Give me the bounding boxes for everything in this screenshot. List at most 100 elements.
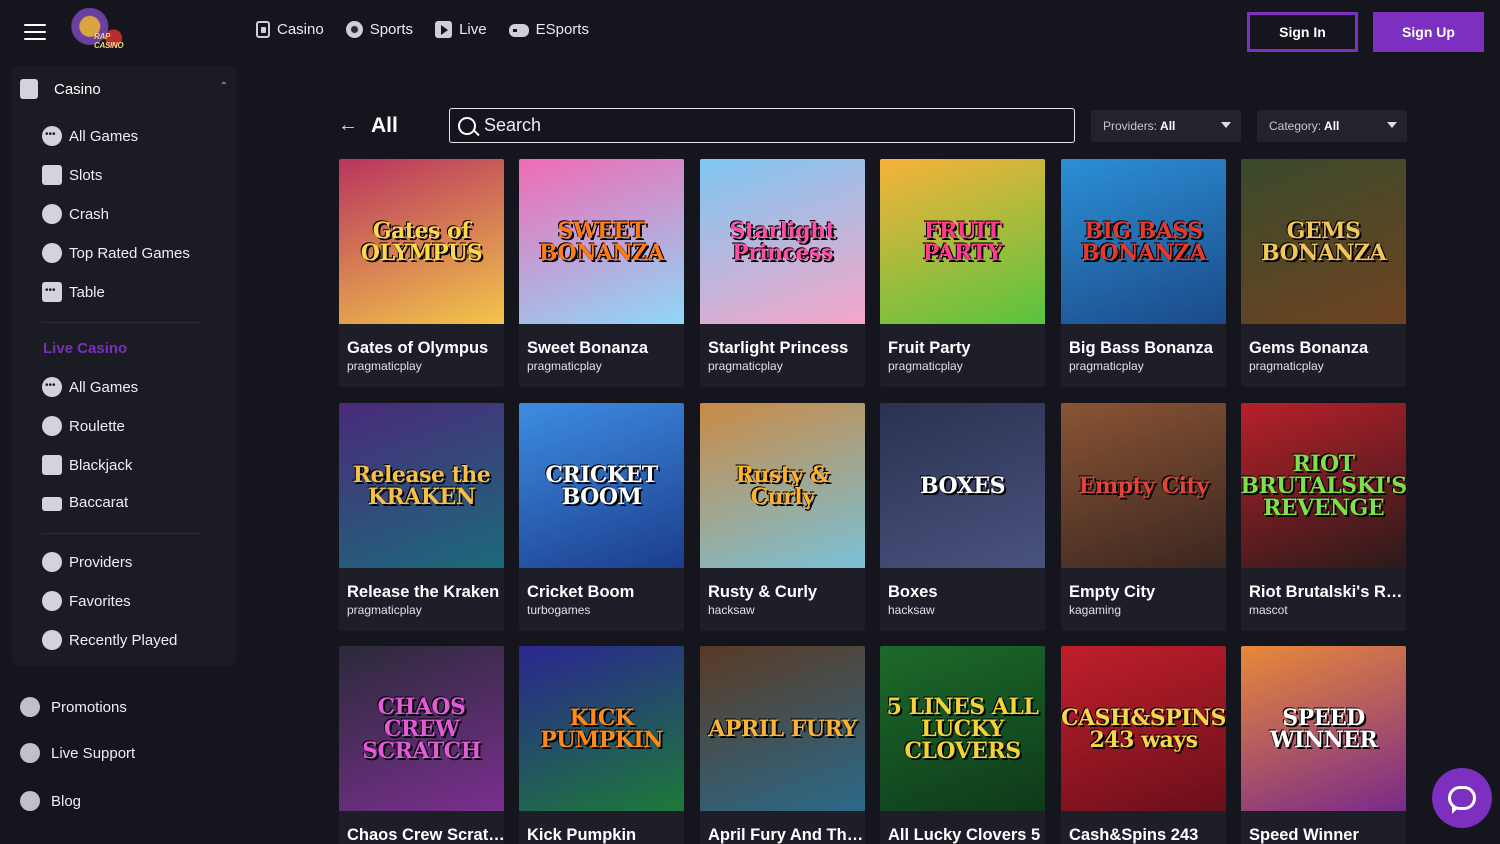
- game-thumbnail[interactable]: SWEET BONANZA: [519, 159, 684, 324]
- game-thumbnail[interactable]: Rusty & Curly: [700, 403, 865, 568]
- nav-sports[interactable]: Sports: [345, 21, 413, 38]
- game-thumbnail[interactable]: Release the KRAKEN: [339, 403, 504, 568]
- sidebar-item-label: Promotions: [51, 698, 127, 716]
- game-provider: pragmaticplay: [527, 359, 602, 373]
- game-card[interactable]: KICK PUMPKIN Kick Pumpkin: [519, 646, 684, 844]
- cards-icon: [42, 455, 62, 475]
- sidebar-item-label: All Games: [69, 378, 139, 396]
- sidebar-item-providers[interactable]: Providers: [42, 552, 132, 572]
- game-provider: turbogames: [527, 603, 591, 617]
- game-thumbnail[interactable]: FRUIT PARTY: [880, 159, 1045, 324]
- game-card[interactable]: 5 LINES ALL LUCKY CLOVERS All Lucky Clove…: [880, 646, 1045, 844]
- sidebar-item-favorites[interactable]: Favorites: [42, 591, 131, 611]
- providers-dropdown[interactable]: Providers: All: [1091, 110, 1241, 142]
- sidebar-item-live-support[interactable]: Live Support: [20, 743, 135, 763]
- search-input[interactable]: [484, 115, 1044, 136]
- game-thumbnail[interactable]: SPEED WINNER: [1241, 646, 1406, 811]
- chevron-up-icon[interactable]: ⌃: [220, 81, 228, 92]
- game-title: Empty City: [1069, 583, 1156, 601]
- game-card[interactable]: BOXES Boxes hacksaw: [880, 403, 1045, 631]
- game-card[interactable]: FRUIT PARTY Fruit Party pragmaticplay: [880, 159, 1045, 387]
- game-card[interactable]: SPEED WINNER Speed Winner: [1241, 646, 1406, 844]
- dice-icon: [42, 282, 62, 302]
- game-card[interactable]: BIG BASS BONANZA Big Bass Bonanza pragmati…: [1061, 159, 1226, 387]
- game-card[interactable]: Release the KRAKEN Release the Kraken prag…: [339, 403, 504, 631]
- game-card[interactable]: Starlight Princess Starlight Princess prag…: [700, 159, 865, 387]
- game-art-title: Release the KRAKEN: [352, 461, 491, 510]
- game-card[interactable]: Gates of OLYMPUS Gates of Olympus pragmati…: [339, 159, 504, 387]
- game-provider: pragmaticplay: [347, 603, 422, 617]
- sidebar-item-baccarat[interactable]: Baccarat: [42, 494, 128, 511]
- play-icon: [435, 21, 453, 38]
- game-card[interactable]: SWEET BONANZA Sweet Bonanza pragmaticplay: [519, 159, 684, 387]
- sidebar-casino-label: Casino: [54, 80, 101, 98]
- game-title: Boxes: [888, 583, 938, 601]
- game-art-title: APRIL FURY: [708, 715, 857, 742]
- sidebar-item-label: Roulette: [69, 417, 125, 435]
- star-icon: [42, 591, 62, 611]
- game-thumbnail[interactable]: BOXES: [880, 403, 1045, 568]
- sidebar-item-recently-played[interactable]: Recently Played: [42, 630, 177, 650]
- game-title: All Lucky Clovers 5: [888, 826, 1041, 844]
- sidebar-item-table[interactable]: Table: [42, 282, 105, 302]
- game-art-title: BIG BASS BONANZA: [1080, 217, 1207, 266]
- nav-live-label: Live: [459, 21, 487, 38]
- game-art-title: GEMS BONANZA: [1260, 217, 1387, 266]
- game-thumbnail[interactable]: CASH&SPINS 243 ways: [1061, 646, 1226, 811]
- game-title: Sweet Bonanza: [527, 339, 649, 357]
- game-thumbnail[interactable]: APRIL FURY: [700, 646, 865, 811]
- game-thumbnail[interactable]: BIG BASS BONANZA: [1061, 159, 1226, 324]
- back-arrow-icon[interactable]: ←: [338, 114, 358, 137]
- sign-up-button[interactable]: Sign Up: [1373, 12, 1484, 52]
- category-dropdown[interactable]: Category: All: [1257, 110, 1407, 142]
- sidebar-item-blackjack[interactable]: Blackjack: [42, 455, 132, 475]
- game-thumbnail[interactable]: Gates of OLYMPUS: [339, 159, 504, 324]
- sidebar-item-top-rated[interactable]: Top Rated Games: [42, 243, 190, 263]
- menu-icon[interactable]: [24, 24, 46, 40]
- game-thumbnail[interactable]: RIOT BRUTALSKI'S REVENGE: [1241, 403, 1406, 568]
- game-title: Big Bass Bonanza: [1069, 339, 1213, 357]
- game-card[interactable]: CHAOS CREW SCRATCH Chaos Crew Scratch: [339, 646, 504, 844]
- blog-icon: [20, 791, 40, 811]
- sidebar-item-live-all-games[interactable]: All Games: [42, 377, 138, 397]
- dice-icon: [42, 377, 62, 397]
- nav-live[interactable]: Live: [435, 21, 487, 38]
- category-dropdown-value: All: [1324, 119, 1340, 133]
- sidebar-item-promotions[interactable]: Promotions: [20, 697, 127, 717]
- sidebar-item-crash[interactable]: Crash: [42, 204, 109, 224]
- ball-icon: [345, 21, 363, 38]
- brand-logo[interactable]: RAP CASINO: [66, 8, 134, 54]
- roulette-icon: [42, 416, 62, 436]
- game-card[interactable]: CASH&SPINS 243 ways Cash&Spins 243: [1061, 646, 1226, 844]
- search-box[interactable]: [449, 108, 1075, 143]
- game-thumbnail[interactable]: 5 LINES ALL LUCKY CLOVERS: [880, 646, 1045, 811]
- game-thumbnail[interactable]: KICK PUMPKIN: [519, 646, 684, 811]
- nav-esports[interactable]: ESports: [508, 21, 589, 38]
- game-card[interactable]: CRICKET BOOM Cricket Boom turbogames: [519, 403, 684, 631]
- game-thumbnail[interactable]: CHAOS CREW SCRATCH: [339, 646, 504, 811]
- game-thumbnail[interactable]: CRICKET BOOM: [519, 403, 684, 568]
- sidebar-item-blog[interactable]: Blog: [20, 791, 81, 811]
- game-thumbnail[interactable]: Empty City: [1061, 403, 1226, 568]
- sidebar-live-casino-label[interactable]: Live Casino: [43, 340, 127, 357]
- game-thumbnail[interactable]: GEMS BONANZA: [1241, 159, 1406, 324]
- game-card[interactable]: GEMS BONANZA Gems Bonanza pragmaticplay: [1241, 159, 1406, 387]
- providers-icon: [42, 552, 62, 572]
- sidebar-item-label: Recently Played: [69, 631, 178, 649]
- sidebar-casino-header[interactable]: Casino ⌃: [20, 79, 228, 99]
- nav-casino[interactable]: Casino: [256, 21, 324, 38]
- sidebar-item-slots[interactable]: Slots: [42, 165, 102, 185]
- chat-button[interactable]: [1432, 768, 1492, 828]
- game-thumbnail[interactable]: Starlight Princess: [700, 159, 865, 324]
- sign-in-button[interactable]: Sign In: [1247, 12, 1358, 52]
- game-card[interactable]: APRIL FURY April Fury And The Chamber of …: [700, 646, 865, 844]
- sidebar-item-roulette[interactable]: Roulette: [42, 416, 125, 436]
- game-card[interactable]: Rusty & Curly Rusty & Curly hacksaw: [700, 403, 865, 631]
- chevron-down-icon: [1221, 122, 1231, 128]
- game-card[interactable]: Empty City Empty City kagaming: [1061, 403, 1226, 631]
- game-card[interactable]: RIOT BRUTALSKI'S REVENGE Riot Brutalski's…: [1241, 403, 1406, 631]
- sidebar: [12, 66, 236, 666]
- sidebar-item-all-games[interactable]: All Games: [42, 126, 138, 146]
- badge-icon: [20, 697, 40, 717]
- gamepad-icon: [508, 24, 529, 37]
